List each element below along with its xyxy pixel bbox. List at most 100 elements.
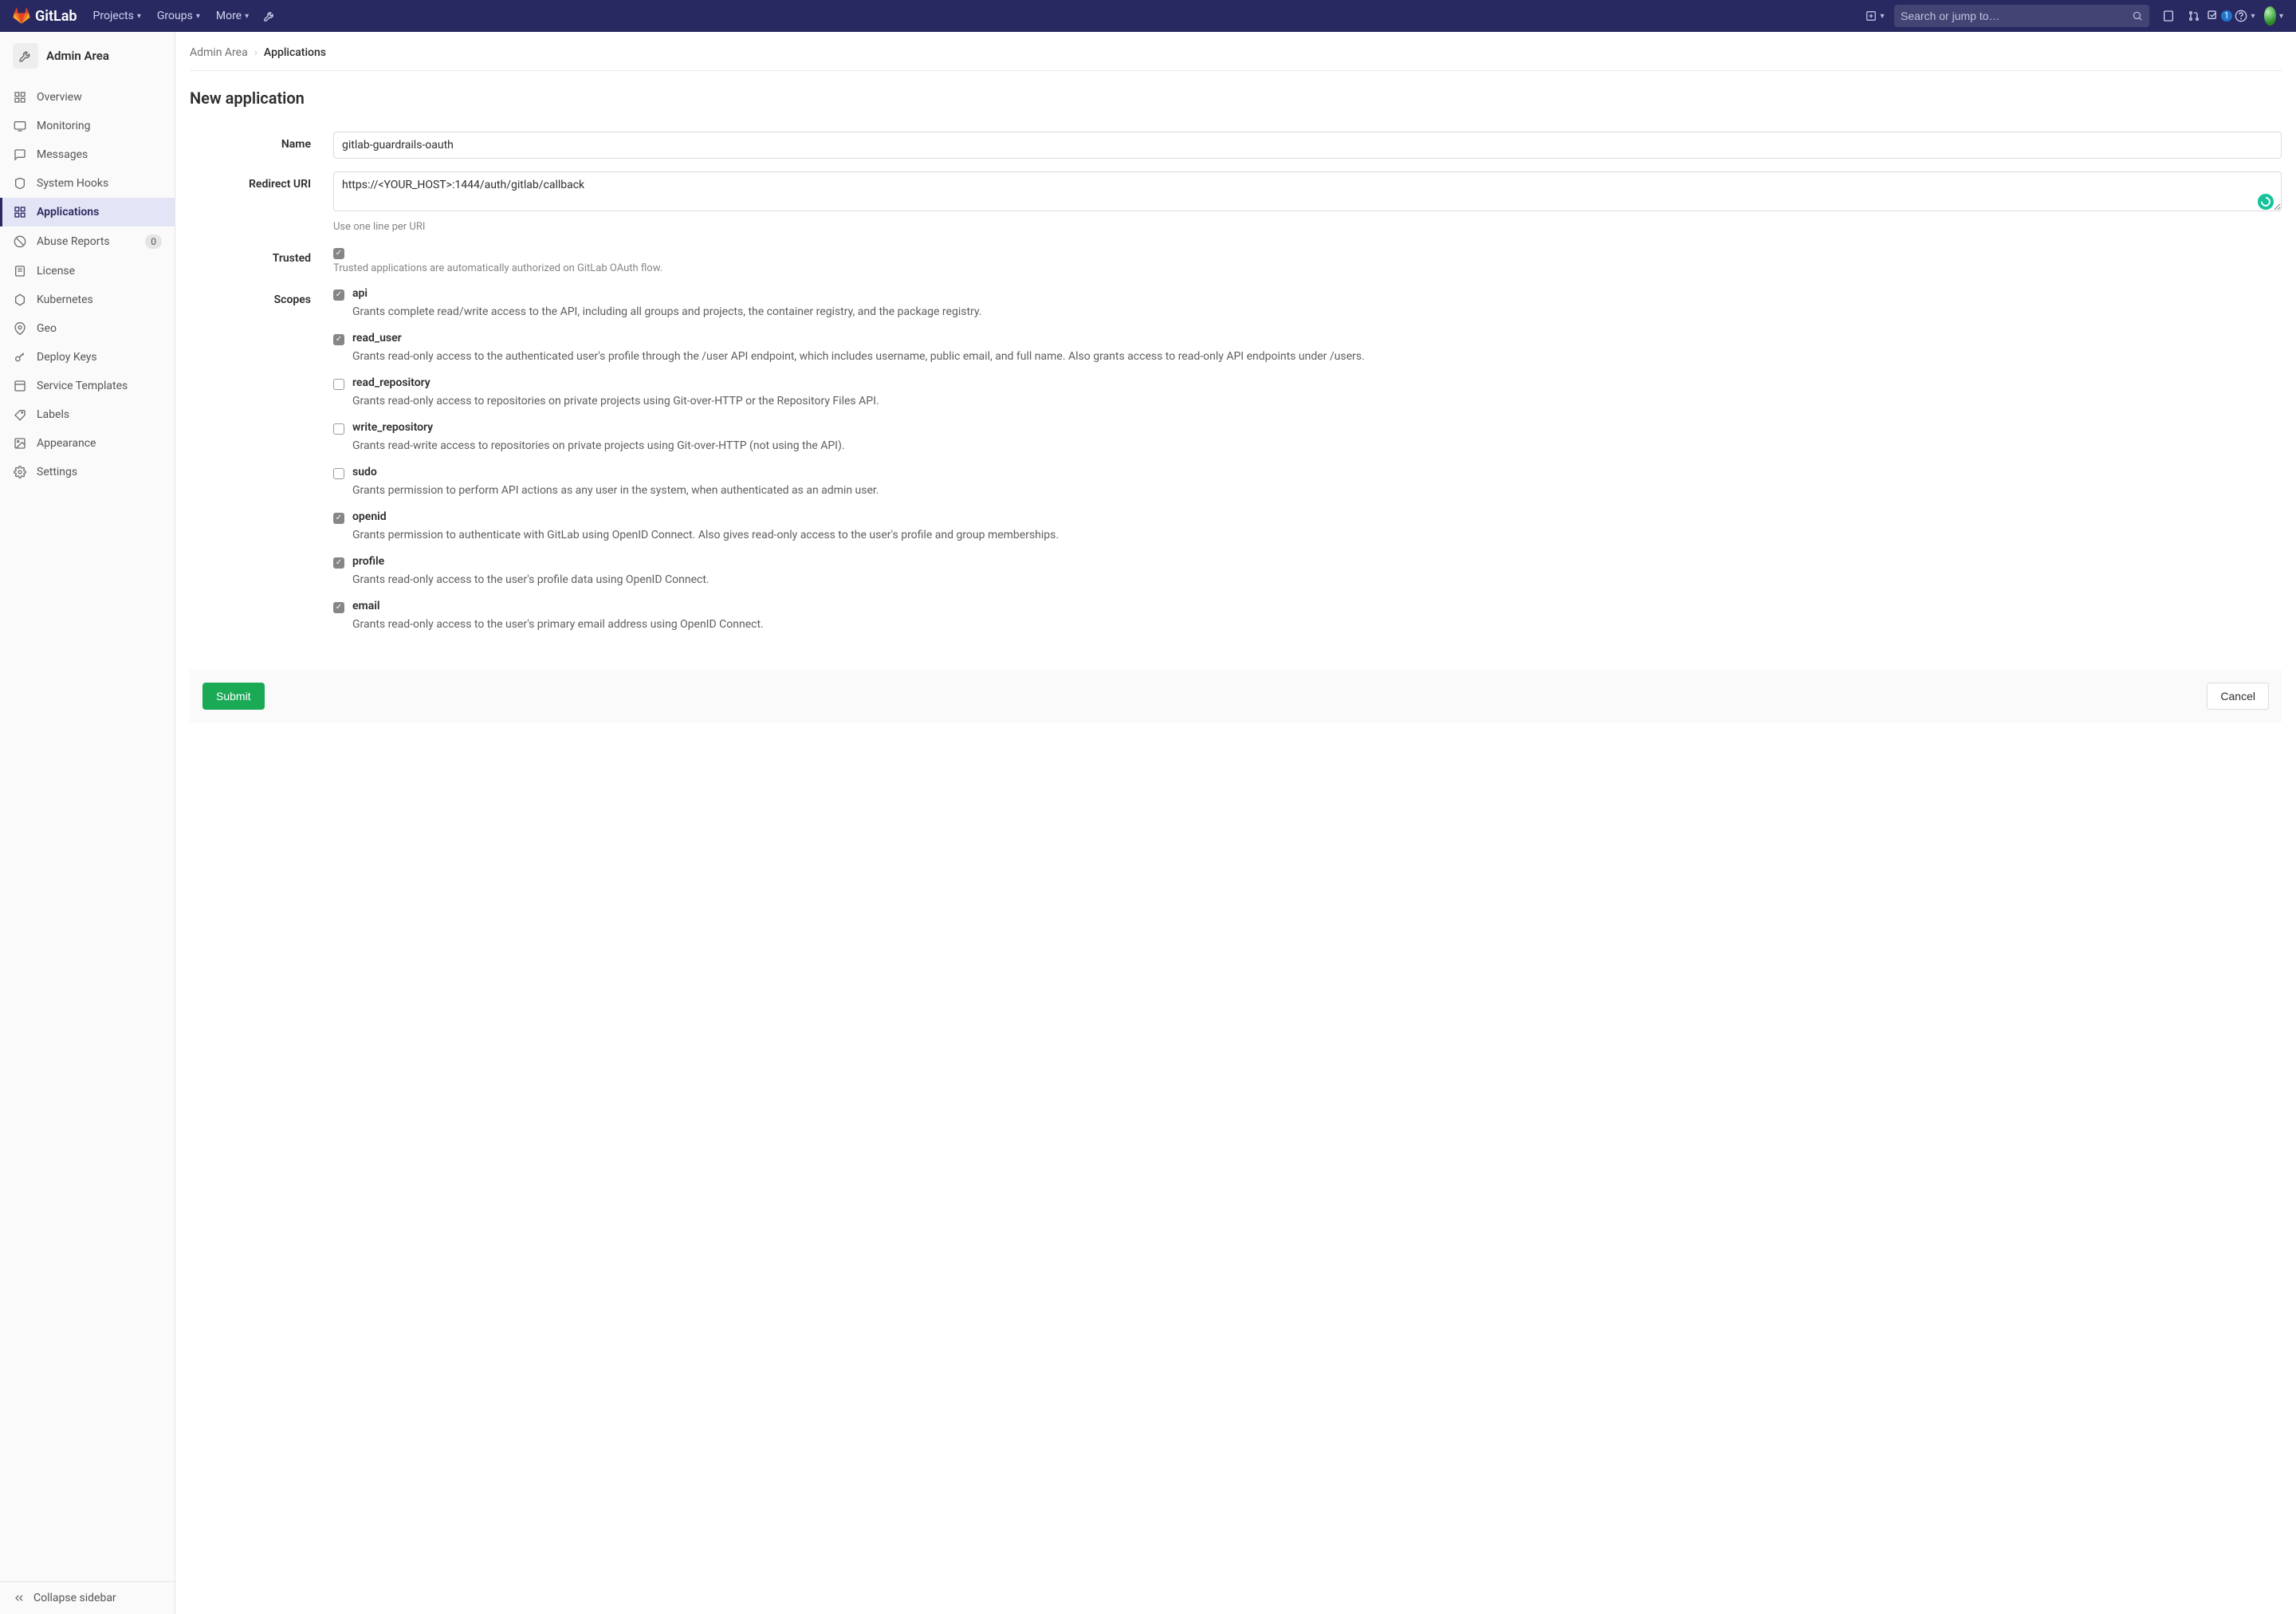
- sidebar-item-icon: [13, 380, 27, 392]
- breadcrumb-root[interactable]: Admin Area: [190, 46, 248, 59]
- sidebar-item-label: Overview: [37, 91, 82, 104]
- chevron-down-icon: ▾: [2279, 12, 2283, 21]
- sidebar-item-icon: [13, 293, 27, 306]
- trusted-label: Trusted: [190, 246, 333, 265]
- search-input[interactable]: [1901, 10, 2132, 22]
- sidebar-item-license[interactable]: License: [0, 257, 175, 285]
- scope-read_repository-desc: Grants read-only access to repositories …: [352, 393, 2282, 410]
- scope-api-name: api: [352, 287, 368, 300]
- sidebar-item-kubernetes[interactable]: Kubernetes: [0, 285, 175, 314]
- scope-sudo-checkbox[interactable]: [333, 468, 344, 479]
- scope-write_repository-desc: Grants read-write access to repositories…: [352, 438, 2282, 455]
- wrench-icon: [13, 43, 38, 69]
- user-menu[interactable]: ▾: [2258, 6, 2283, 26]
- name-label: Name: [190, 132, 333, 151]
- sidebar-item-icon: [13, 120, 27, 132]
- sidebar-item-label: Appearance: [37, 437, 96, 450]
- sidebar-item-label: Labels: [37, 408, 69, 421]
- nav-groups[interactable]: Groups▾: [149, 0, 208, 32]
- redirect-uri-hint: Use one line per URI: [333, 221, 2282, 233]
- sidebar-item-service-templates[interactable]: Service Templates: [0, 372, 175, 400]
- submit-button[interactable]: Submit: [202, 683, 265, 710]
- nav-projects[interactable]: Projects▾: [85, 0, 149, 32]
- sidebar-context[interactable]: Admin Area: [0, 32, 175, 80]
- admin-sidebar: Admin Area Overview Monitoring Messages Sys…: [0, 32, 175, 1614]
- sidebar-item-icon: [13, 91, 27, 104]
- admin-wrench-icon[interactable]: [257, 10, 282, 22]
- sidebar-item-appearance[interactable]: Appearance: [0, 429, 175, 458]
- breadcrumb-current: Applications: [264, 46, 326, 59]
- sidebar-item-deploy-keys[interactable]: Deploy Keys: [0, 343, 175, 372]
- sidebar-item-label: Monitoring: [37, 120, 91, 132]
- scope-profile: profile Grants read-only access to the us…: [333, 555, 2282, 589]
- sidebar-item-geo[interactable]: Geo: [0, 314, 175, 343]
- trusted-checkbox[interactable]: [333, 248, 344, 259]
- page-title: New application: [190, 89, 2282, 108]
- sidebar-item-icon: [13, 322, 27, 335]
- scope-read_user-checkbox[interactable]: [333, 334, 344, 345]
- sidebar-item-monitoring[interactable]: Monitoring: [0, 112, 175, 140]
- scope-profile-checkbox[interactable]: [333, 557, 344, 569]
- scope-email-checkbox[interactable]: [333, 602, 344, 613]
- breadcrumb-sep: ›: [254, 46, 258, 59]
- sidebar-item-system-hooks[interactable]: System Hooks: [0, 169, 175, 198]
- scope-sudo-name: sudo: [352, 466, 377, 478]
- redirect-uri-field[interactable]: [333, 171, 2282, 211]
- sidebar-item-overview[interactable]: Overview: [0, 83, 175, 112]
- grammarly-icon[interactable]: [2258, 194, 2274, 210]
- collapse-sidebar[interactable]: Collapse sidebar: [0, 1581, 175, 1614]
- scope-email: emailGrants read-only access to the user…: [333, 600, 2282, 633]
- merge-requests-icon[interactable]: [2181, 10, 2207, 22]
- nav-more[interactable]: More▾: [208, 0, 257, 32]
- scopes-label: Scopes: [190, 287, 333, 306]
- sidebar-item-icon: [13, 408, 27, 421]
- scope-openid-desc: Grants permission to authenticate with G…: [352, 527, 2282, 544]
- sidebar-item-applications[interactable]: Applications: [0, 198, 175, 226]
- sidebar-item-abuse-reports[interactable]: Abuse Reports0: [0, 226, 175, 257]
- avatar: [2264, 6, 2276, 26]
- scope-read_user-desc: Grants read-only access to the authentic…: [352, 348, 2282, 365]
- sidebar-context-title: Admin Area: [46, 49, 109, 63]
- scope-write_repository-checkbox[interactable]: [333, 423, 344, 435]
- sidebar-item-labels[interactable]: Labels: [0, 400, 175, 429]
- scope-api-checkbox[interactable]: [333, 289, 344, 301]
- scope-profile-name: profile: [352, 555, 384, 568]
- sidebar-item-label: License: [37, 265, 75, 278]
- sidebar-item-icon: [13, 437, 27, 450]
- chevron-down-icon: ▾: [196, 12, 200, 21]
- collapse-sidebar-label: Collapse sidebar: [33, 1592, 116, 1604]
- global-search[interactable]: [1894, 5, 2149, 27]
- scope-openid-checkbox[interactable]: [333, 513, 344, 524]
- issues-icon[interactable]: [2156, 10, 2181, 22]
- scope-read_repository-checkbox[interactable]: [333, 379, 344, 390]
- scope-api: apiGrants complete read/write access to …: [333, 287, 2282, 321]
- sidebar-item-label: Service Templates: [37, 380, 128, 392]
- new-dropdown[interactable]: ▾: [1862, 10, 1888, 22]
- sidebar-nav-list: Overview Monitoring Messages System Hooks Ap…: [0, 80, 175, 1581]
- scope-profile-desc: Grants read-only access to the user's pr…: [352, 572, 2282, 589]
- scope-read_user: read_userGrants read-only access to the …: [333, 332, 2282, 365]
- brand-text: GitLab: [35, 8, 77, 25]
- scope-sudo-desc: Grants permission to perform API actions…: [352, 482, 2282, 499]
- sidebar-item-label: System Hooks: [37, 177, 108, 190]
- cancel-button[interactable]: Cancel: [2207, 683, 2269, 710]
- sidebar-item-icon: [13, 148, 27, 161]
- todos-count: 1: [2221, 10, 2232, 22]
- todos-icon[interactable]: 1: [2207, 10, 2232, 22]
- collapse-icon: [13, 1592, 26, 1604]
- search-icon: [2132, 10, 2143, 22]
- name-field[interactable]: [333, 132, 2282, 159]
- sidebar-item-settings[interactable]: Settings: [0, 458, 175, 486]
- sidebar-item-icon: [13, 265, 27, 278]
- gitlab-icon: [13, 7, 30, 25]
- sidebar-item-messages[interactable]: Messages: [0, 140, 175, 169]
- sidebar-item-icon: [13, 466, 27, 478]
- chevron-down-icon: ▾: [137, 12, 141, 21]
- sidebar-item-icon: [13, 177, 27, 190]
- scope-email-desc: Grants read-only access to the user's pr…: [352, 616, 2282, 633]
- help-icon[interactable]: ▾: [2232, 10, 2258, 22]
- chevron-down-icon: ▾: [245, 12, 249, 21]
- scope-read_repository: read_repositoryGrants read-only access t…: [333, 376, 2282, 410]
- trusted-hint: Trusted applications are automatically a…: [333, 262, 2282, 274]
- gitlab-logo[interactable]: GitLab: [13, 7, 77, 25]
